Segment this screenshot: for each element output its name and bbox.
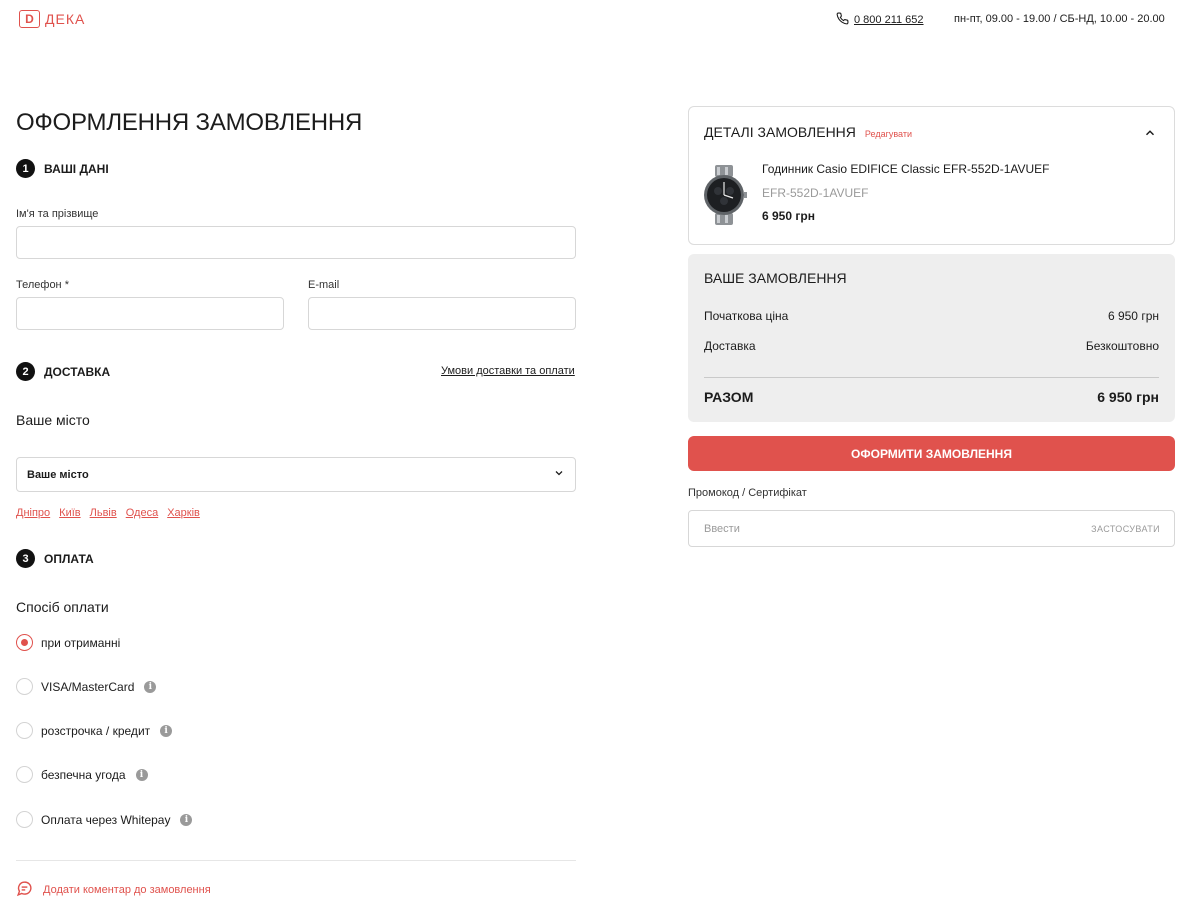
info-icon[interactable]: i [180, 813, 193, 826]
info-icon[interactable]: i [144, 680, 157, 693]
step-personal-data: 1 ВАШІ ДАНІ [16, 159, 109, 178]
phone-field[interactable] [16, 297, 284, 330]
total-label: РАЗОМ [704, 389, 754, 405]
delivery-label: Доставка [704, 339, 756, 353]
promo-label: Промокод / Сертифікат [688, 487, 807, 499]
product-image[interactable] [701, 165, 747, 225]
logo[interactable]: D ДЕКА [19, 10, 85, 28]
name-label: Ім'я та прізвище [16, 208, 99, 220]
payment-method-title: Спосіб оплати [16, 599, 109, 615]
edit-order-link[interactable]: Редагувати [865, 129, 912, 139]
email-label: E-mail [308, 279, 340, 291]
order-details-title: ДЕТАЛІ ЗАМОВЛЕННЯ [704, 124, 856, 140]
product-name[interactable]: Годинник Casio EDIFICE Classic EFR-552D-… [762, 162, 1050, 176]
payment-option-label: Оплата через Whitepay [41, 812, 171, 827]
logo-text: ДЕКА [45, 11, 86, 27]
place-order-button[interactable]: ОФОРМИТИ ЗАМОВЛЕННЯ [688, 436, 1175, 471]
radio-button[interactable] [16, 766, 33, 783]
step-number: 2 [16, 362, 35, 381]
email-field[interactable] [308, 297, 576, 330]
step-title: ОПЛАТА [44, 551, 94, 566]
payment-option-label: безпечна угода [41, 767, 126, 782]
phone-label: Телефон * [16, 279, 69, 291]
product-price: 6 950 грн [762, 209, 815, 223]
quick-cities: Дніпро Київ Львів Одеса Харків [16, 507, 200, 519]
payment-option-label: розстрочка / кредит [41, 723, 151, 738]
name-field[interactable] [16, 226, 576, 259]
city-link-kyiv[interactable]: Київ [59, 507, 80, 519]
payment-option-installment[interactable]: розстрочка / кредит i [16, 722, 173, 739]
payment-option-visa-mastercard[interactable]: VISA/MasterCard i [16, 678, 157, 695]
summary-divider [704, 377, 1159, 378]
initial-price-value: 6 950 грн [1107, 309, 1159, 323]
promo-box: ЗАСТОСУВАТИ [688, 510, 1175, 547]
promo-input[interactable] [704, 522, 1004, 535]
add-comment-link[interactable]: Додати коментар до замовлення [16, 880, 211, 900]
payment-option-safe-deal[interactable]: безпечна угода i [16, 766, 148, 783]
phone-link[interactable]: 0 800 211 652 [854, 14, 924, 26]
apply-promo-button[interactable]: ЗАСТОСУВАТИ [1091, 524, 1160, 534]
initial-price-row: Початкова ціна 6 950 грн [704, 309, 1159, 323]
delivery-value: Безкоштовно [1085, 339, 1159, 353]
summary-title: ВАШЕ ЗАМОВЛЕННЯ [704, 270, 847, 286]
total-value: 6 950 грн [1097, 389, 1159, 405]
step-delivery: 2 ДОСТАВКА [16, 362, 110, 381]
product-sku: EFR-552D-1AVUEF [762, 186, 869, 200]
order-details-card: ДЕТАЛІ ЗАМОВЛЕННЯ Редагувати Годинник Ca… [688, 106, 1175, 245]
payment-option-label: VISA/MasterCard [41, 679, 135, 694]
radio-button[interactable] [16, 678, 33, 695]
order-summary: ВАШЕ ЗАМОВЛЕННЯ Початкова ціна 6 950 грн… [688, 254, 1175, 422]
info-icon[interactable]: i [135, 768, 148, 781]
comment-icon [16, 880, 33, 900]
page-title: ОФОРМЛЕННЯ ЗАМОВЛЕННЯ [16, 109, 363, 136]
chevron-up-icon[interactable] [1143, 126, 1157, 145]
delivery-terms-link[interactable]: Умови доставки та оплати [441, 365, 575, 377]
step-number: 3 [16, 549, 35, 568]
city-link-odesa[interactable]: Одеса [126, 507, 158, 519]
info-icon[interactable]: i [160, 724, 173, 737]
delivery-row: Доставка Безкоштовно [704, 339, 1159, 353]
payment-option-on-delivery[interactable]: при отриманні [16, 634, 120, 651]
city-link-kharkiv[interactable]: Харків [167, 507, 200, 519]
step-payment: 3 ОПЛАТА [16, 549, 94, 568]
payment-option-whitepay[interactable]: Оплата через Whitepay i [16, 811, 193, 828]
city-title: Ваше місто [16, 412, 90, 428]
city-link-dnipro[interactable]: Дніпро [16, 507, 50, 519]
radio-button[interactable] [16, 634, 33, 651]
payment-option-label: при отриманні [41, 635, 121, 650]
divider [16, 860, 576, 861]
working-hours: пн-пт, 09.00 - 19.00 / СБ-НД, 10.00 - 20… [954, 13, 1165, 25]
chevron-down-icon [553, 467, 565, 482]
header-phone[interactable]: 0 800 211 652 [836, 12, 924, 28]
radio-button[interactable] [16, 722, 33, 739]
city-link-lviv[interactable]: Львів [90, 507, 117, 519]
initial-price-label: Початкова ціна [704, 309, 789, 323]
step-number: 1 [16, 159, 35, 178]
step-title: ДОСТАВКА [44, 364, 111, 379]
city-select[interactable]: Ваше місто [16, 457, 576, 492]
add-comment-label: Додати коментар до замовлення [43, 884, 211, 896]
city-select-value: Ваше місто [27, 468, 89, 481]
radio-button[interactable] [16, 811, 33, 828]
logo-mark: D [19, 10, 40, 28]
order-details-header: ДЕТАЛІ ЗАМОВЛЕННЯ Редагувати [704, 124, 912, 140]
total-row: РАЗОМ 6 950 грн [704, 389, 1159, 405]
step-title: ВАШІ ДАНІ [44, 161, 109, 176]
phone-icon [836, 12, 849, 28]
